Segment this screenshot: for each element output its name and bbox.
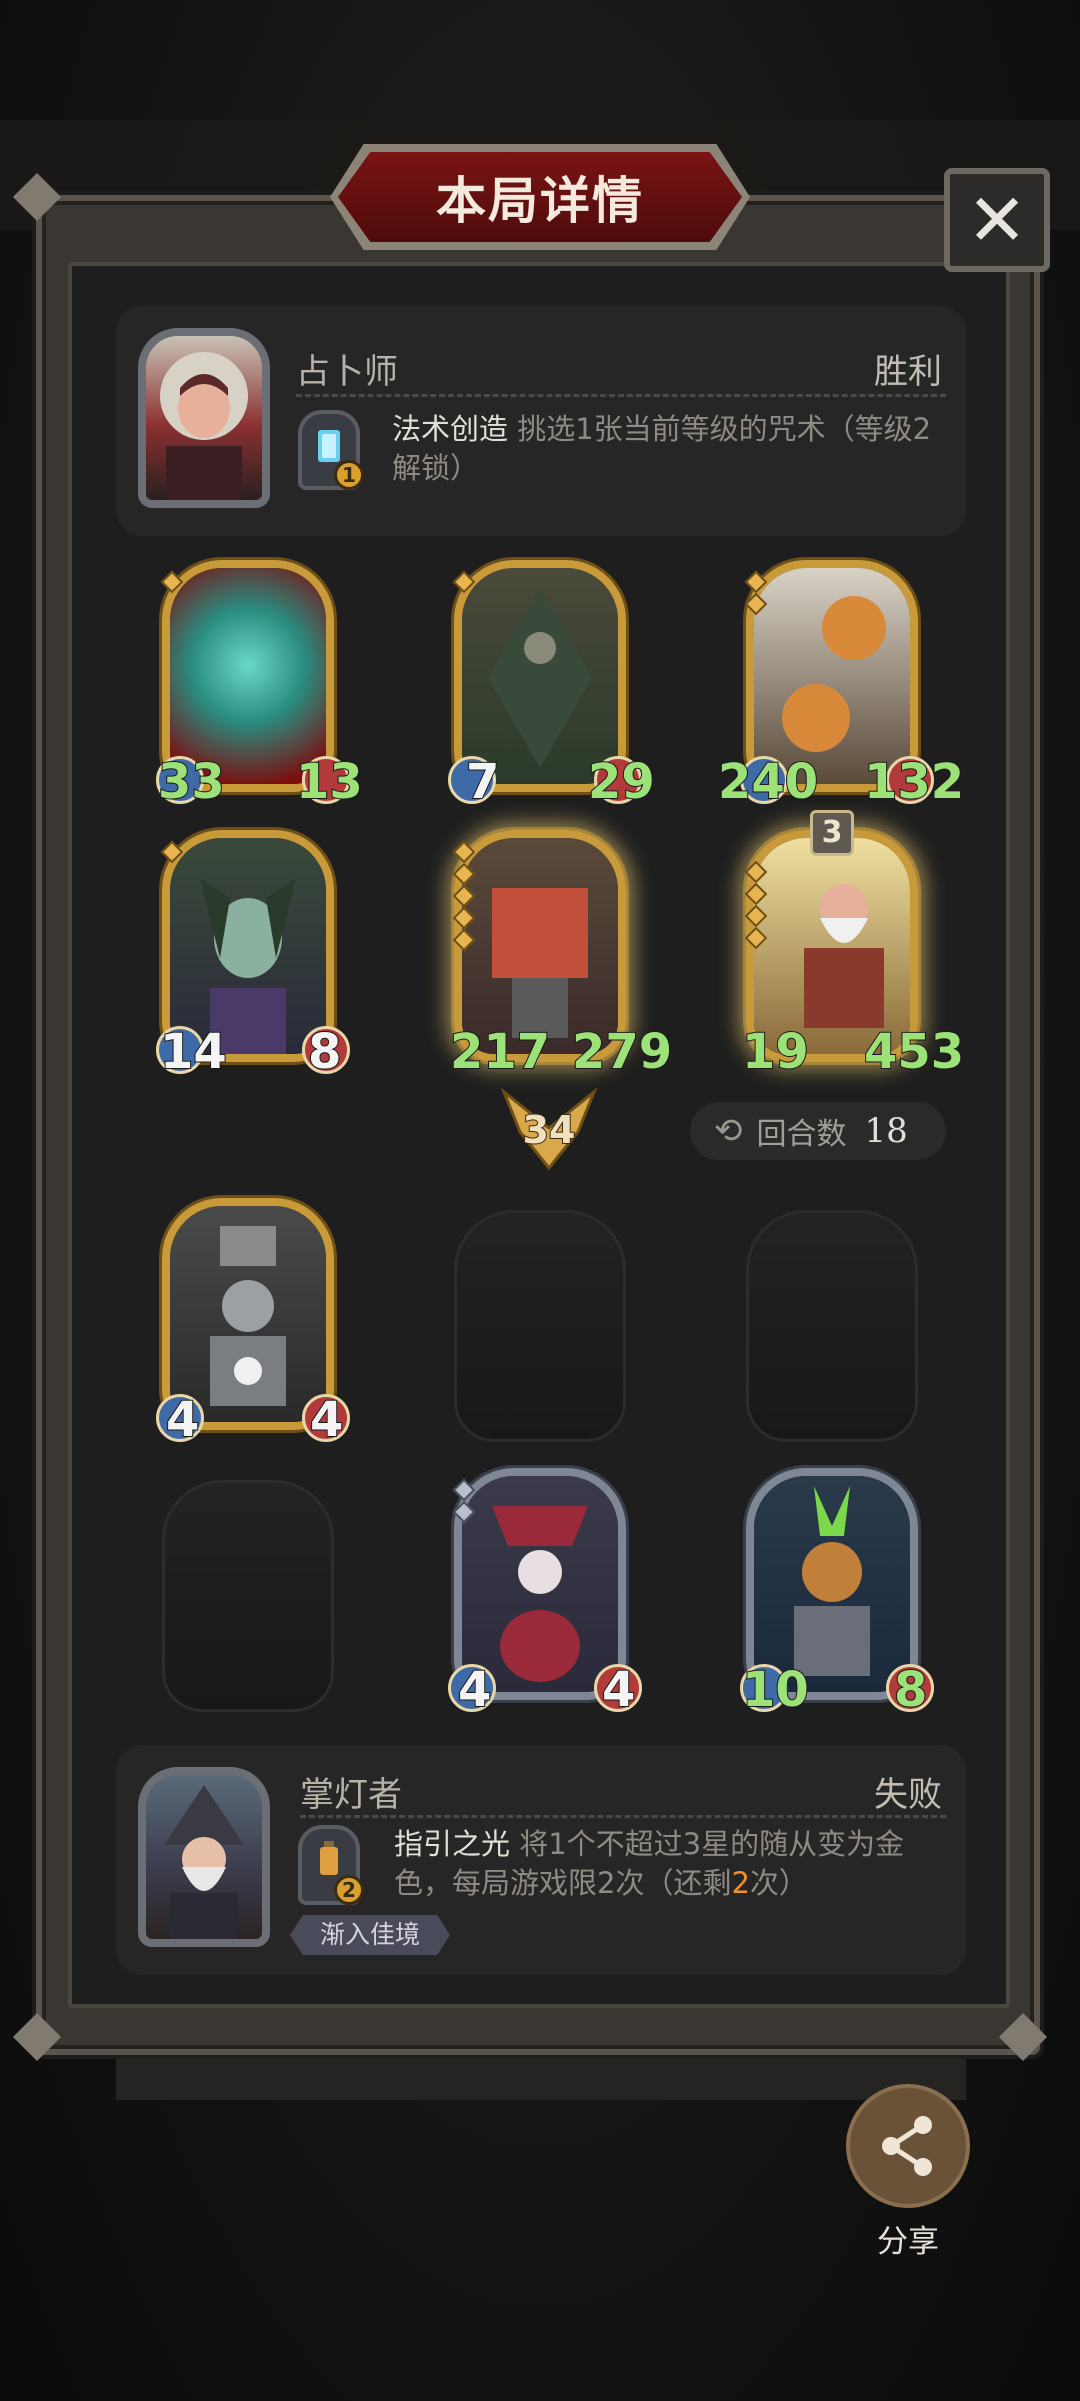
divider: [296, 394, 946, 397]
repeat-icon: ⟲: [714, 1111, 743, 1151]
bottom-hero-name: 掌灯者: [300, 1775, 402, 1815]
green-flame-pumpkin-icon: [794, 1486, 870, 1676]
share-label: 分享: [877, 2224, 939, 2260]
rounds-label: 回合数: [756, 1117, 847, 1152]
pumpkin-knight-minion-art: [754, 1476, 910, 1692]
attack-value: 4: [457, 1662, 492, 1718]
top-hero-name: 占卜师: [296, 352, 398, 392]
health-value: 8: [307, 1024, 342, 1080]
ghost-minion-art: [170, 568, 326, 784]
attack-value: 10: [741, 1662, 810, 1718]
round-counter: ⟲ 回合数 18: [690, 1102, 946, 1160]
top-power-description: 法术创造 挑选1张当前等级的咒术（等级2解锁）: [392, 410, 952, 488]
power-desc-line1: 将1个不超过3星的随从变为金: [519, 1827, 905, 1861]
clown-icon: [492, 1506, 588, 1682]
skull-tree-icon: [488, 588, 592, 768]
attack-value: 14: [159, 1024, 228, 1080]
treant-minion-art: [462, 568, 618, 784]
health-value: 4: [601, 1662, 636, 1718]
tier-badge: 3: [810, 810, 854, 856]
top-result: 胜利: [874, 352, 942, 392]
dialog-title: 本局详情: [436, 172, 644, 230]
dwarf-minion-art: [754, 838, 910, 1054]
health-value: 132: [863, 754, 965, 810]
empty-slot: [746, 1210, 918, 1442]
power-name: 法术创造: [392, 412, 509, 446]
minion-card[interactable]: 14 8: [156, 830, 350, 1077]
attack-value: 19: [741, 1024, 810, 1080]
pumpkin-icon: [782, 596, 886, 752]
minion-card[interactable]: 4 4: [156, 1198, 350, 1445]
trashcan-robot-icon: [210, 1226, 286, 1406]
empty-slot: [454, 1210, 626, 1442]
power-name: 指引之光: [394, 1827, 511, 1861]
minion-card[interactable]: 7 29: [448, 560, 656, 807]
title-plate: 本局详情: [338, 152, 742, 242]
top-player-panel: 占卜师 胜利 1 法术创造 挑选1张当前等级的咒术（等级2解锁）: [116, 306, 966, 536]
minion-card-golden[interactable]: 217 279: [449, 830, 673, 1077]
damage-value: 34: [522, 1107, 577, 1153]
health-value: 13: [295, 754, 364, 810]
robot-minion-art: [462, 838, 618, 1054]
attack-value: 240: [717, 754, 819, 810]
status-tag: 渐入佳境: [290, 1915, 451, 1955]
trashcan-robot-minion-art: [170, 1206, 326, 1422]
attack-value: 7: [465, 754, 500, 810]
fortune-teller-portrait[interactable]: [138, 328, 270, 508]
bottom-player-panel: 掌灯者 失败 2 指引之光 将1个不超过3星的随从变为金 色，每局游戏限2次（还…: [116, 1745, 966, 1975]
hero-art-icon: [164, 1785, 244, 1939]
attack-value: 33: [157, 754, 226, 810]
minion-card[interactable]: 10 8: [740, 1468, 934, 1715]
health-value: 29: [587, 754, 656, 810]
health-value: 8: [893, 1662, 928, 1718]
remaining-uses: 2: [731, 1866, 750, 1901]
demon-elf-minion-art: [170, 838, 326, 1054]
hero-art-icon: [160, 352, 248, 500]
close-icon: ✕: [966, 178, 1028, 262]
clown-minion-art: [462, 1476, 618, 1692]
power-level-badge: 1: [334, 460, 364, 490]
health-value: 453: [863, 1024, 965, 1080]
empty-slot: [162, 1480, 334, 1712]
share-icon: [882, 2116, 932, 2176]
pumpkin-minion-art: [754, 568, 910, 784]
minion-card[interactable]: 4 4: [448, 1468, 642, 1715]
minion-card[interactable]: 240 132: [717, 560, 965, 807]
robot-icon: [492, 888, 588, 1038]
elf-face-icon: [200, 878, 296, 1054]
share-button[interactable]: [846, 2084, 970, 2208]
minion-card-golden[interactable]: 3 19 453: [741, 810, 965, 1077]
bottom-result: 失败: [874, 1775, 942, 1815]
close-button[interactable]: ✕: [944, 168, 1050, 272]
health-value: 279: [571, 1024, 673, 1080]
power-desc-line2: 色，每局游戏限2次（还剩: [394, 1866, 732, 1901]
divider: [300, 1815, 946, 1818]
rounds-value: 18: [864, 1111, 908, 1151]
bottom-card-strip: [116, 2058, 966, 2100]
attack-value: 217: [449, 1024, 551, 1080]
health-value: 4: [309, 1392, 344, 1448]
minion-card[interactable]: 33 13: [156, 560, 364, 807]
attack-value: 4: [165, 1392, 200, 1448]
power-desc-line2-end: 次）: [749, 1866, 808, 1901]
bottom-power-description: 指引之光 将1个不超过3星的随从变为金 色，每局游戏限2次（还剩2次）: [394, 1825, 954, 1903]
lamplighter-portrait[interactable]: [138, 1767, 270, 1947]
dwarf-icon: [804, 884, 884, 1028]
power-level-badge: 2: [334, 1875, 364, 1905]
